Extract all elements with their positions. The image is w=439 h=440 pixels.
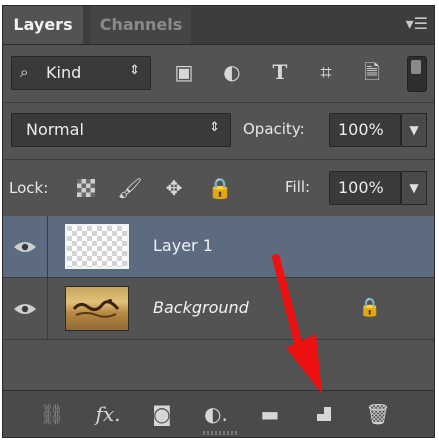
layers-panel: Layers Channels ▾☰ ⌕ Kind ⇕ ▣ ◐ T ⌗ 🗎 No… xyxy=(2,5,435,438)
fill-value: 100% xyxy=(338,178,384,197)
opacity-dropdown-button[interactable]: ▼ xyxy=(401,113,427,147)
blend-mode-value: Normal xyxy=(26,120,84,139)
layers-list: Layer 1 Background 🔒 xyxy=(3,216,434,391)
delete-layer-trash-icon[interactable]: 🗑 xyxy=(363,401,393,427)
lock-image-pixels-brush-icon[interactable]: 🖌 xyxy=(115,176,145,200)
filter-kind-label: Kind xyxy=(46,63,82,82)
select-arrows-icon: ⇕ xyxy=(129,63,140,78)
search-icon: ⌕ xyxy=(20,63,29,81)
lock-all-icon[interactable]: 🔒 xyxy=(205,176,235,200)
type-filter-icon[interactable]: T xyxy=(267,60,293,84)
select-arrows-icon: ⇕ xyxy=(209,120,220,135)
lock-transparent-pixels-icon[interactable] xyxy=(77,179,95,197)
image-filter-icon[interactable]: ▣ xyxy=(171,60,197,84)
new-fill-adjustment-layer-icon[interactable]: ◐. xyxy=(201,401,231,427)
lock-position-move-icon[interactable]: ✥ xyxy=(159,176,189,200)
tab-layers[interactable]: Layers xyxy=(3,6,83,44)
tab-channels[interactable]: Channels xyxy=(91,6,191,44)
visibility-toggle[interactable] xyxy=(3,216,48,277)
shape-filter-icon[interactable]: ⌗ xyxy=(313,60,339,84)
lock-label: Lock: xyxy=(9,179,49,197)
blend-mode-select[interactable]: Normal ⇕ xyxy=(11,113,231,147)
fill-label: Fill: xyxy=(285,178,311,196)
opacity-value: 100% xyxy=(338,120,384,139)
layer-row-layer-1[interactable]: Layer 1 xyxy=(3,216,434,278)
filter-kind-select[interactable]: ⌕ Kind ⇕ xyxy=(11,56,151,90)
lock-row: Lock: 🖌 ✥ 🔒 Fill: 100% ▼ xyxy=(3,160,434,216)
adjustment-filter-icon[interactable]: ◐ xyxy=(219,60,245,84)
fill-field[interactable]: 100% xyxy=(329,171,401,205)
opacity-field[interactable]: 100% xyxy=(329,113,401,147)
create-new-layer-icon[interactable] xyxy=(309,401,339,427)
tab-bar: Layers Channels ▾☰ xyxy=(3,6,434,45)
layer-row-background[interactable]: Background 🔒 xyxy=(3,278,434,340)
fill-dropdown-button[interactable]: ▼ xyxy=(401,171,427,205)
blend-row: Normal ⇕ Opacity: 100% ▼ xyxy=(3,103,434,159)
resize-grip[interactable] xyxy=(203,431,239,435)
layers-bottom-toolbar: ⛓ fx. ◙ ◐. ▬ 🗑 xyxy=(3,390,434,437)
add-layer-style-fx-icon[interactable]: fx. xyxy=(93,401,123,427)
layer-thumbnail-transparent xyxy=(65,224,129,269)
visibility-toggle[interactable] xyxy=(3,278,48,339)
new-group-folder-icon[interactable]: ▬ xyxy=(255,401,285,427)
layer-name[interactable]: Background xyxy=(153,298,249,317)
eye-icon xyxy=(14,304,36,314)
link-layers-icon[interactable]: ⛓ xyxy=(37,401,67,427)
filter-toggle-switch[interactable] xyxy=(407,56,427,92)
eye-icon xyxy=(14,242,36,252)
layer-thumbnail-background-image xyxy=(65,286,129,331)
opacity-label: Opacity: xyxy=(243,120,305,138)
smart-object-filter-icon[interactable]: 🗎 xyxy=(359,60,385,84)
layer-locked-icon: 🔒 xyxy=(358,297,382,318)
layer-name[interactable]: Layer 1 xyxy=(153,236,213,255)
filter-row: ⌕ Kind ⇕ ▣ ◐ T ⌗ 🗎 xyxy=(3,44,434,102)
panel-menu-icon[interactable]: ▾☰ xyxy=(406,14,428,33)
add-layer-mask-icon[interactable]: ◙ xyxy=(147,401,177,427)
